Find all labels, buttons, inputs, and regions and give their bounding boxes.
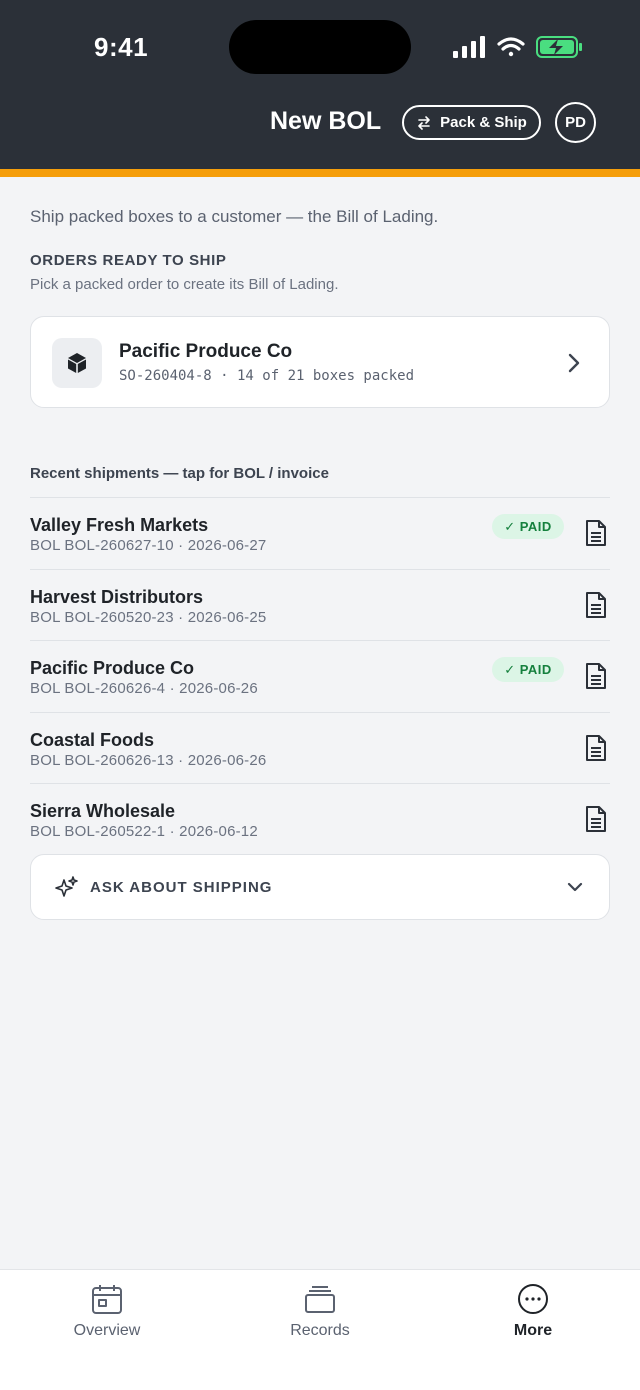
signal-icon [453, 36, 485, 58]
chevron-down-icon [567, 882, 583, 892]
intro-text: Ship packed boxes to a customer — the Bi… [30, 207, 439, 226]
paid-badge: ✓ PAID [492, 514, 564, 539]
shipment-name: Valley Fresh Markets [30, 515, 209, 535]
paid-badge-label: PAID [519, 519, 552, 534]
status-icons [453, 36, 582, 58]
chevron-right-icon [568, 353, 580, 373]
battery-icon [536, 36, 582, 58]
shipment-meta: BOL BOL-260626-4 · 2026-06-26 [30, 680, 258, 697]
box-icon [68, 353, 86, 373]
ask-label: ASK ABOUT SHIPPING [90, 879, 273, 896]
shipment-row[interactable]: Sierra Wholesale BOL BOL-260522-1 · 2026… [30, 783, 610, 855]
ask-about-shipping[interactable]: ASK ABOUT SHIPPING [30, 854, 610, 920]
shipment-row[interactable]: Harvest Distributors BOL BOL-260520-23 ·… [30, 568, 610, 641]
paid-badge-label: PAID [519, 662, 552, 677]
shipment-name: Sierra Wholesale [30, 801, 176, 821]
order-icon-box [52, 338, 102, 388]
tab-bar: Overview Records More [0, 1269, 640, 1390]
order-name: Pacific Produce Co [119, 341, 293, 362]
header-accent-bar [0, 169, 640, 177]
document-icon[interactable] [585, 591, 607, 619]
sparkle-icon [55, 876, 78, 897]
document-icon[interactable] [585, 805, 607, 833]
dynamic-island [229, 20, 411, 74]
shipment-list: Valley Fresh Markets BOL BOL-260627-10 ·… [30, 497, 610, 855]
paid-badge: ✓ PAID [492, 657, 564, 682]
stack-icon [305, 1286, 335, 1313]
tab-more[interactable]: More [463, 1282, 603, 1340]
order-meta: SO-260404-8 · 14 of 21 boxes packed [119, 368, 415, 384]
tab-overview[interactable]: Overview [37, 1282, 177, 1340]
shipment-name: Coastal Foods [30, 729, 155, 750]
document-icon[interactable] [585, 519, 607, 547]
status-time: 9:41 [94, 32, 149, 62]
shipment-meta: BOL BOL-260522-1 · 2026-06-12 [30, 823, 258, 840]
calendar-icon [92, 1285, 122, 1314]
tab-records-label: Records [290, 1322, 350, 1339]
pack-ship-button[interactable]: Pack & Ship [402, 105, 541, 140]
tab-overview-label: Overview [73, 1322, 141, 1339]
document-icon[interactable] [585, 734, 607, 762]
shipment-row[interactable]: Valley Fresh Markets BOL BOL-260627-10 ·… [30, 497, 610, 569]
shipment-row[interactable]: Coastal Foods BOL BOL-260626-13 · 2026-0… [30, 711, 610, 784]
shipment-meta: BOL BOL-260626-13 · 2026-06-26 [30, 751, 267, 769]
shipment-name: Pacific Produce Co [30, 658, 195, 678]
shipment-name: Harvest Distributors [30, 586, 204, 607]
swap-icon [418, 115, 430, 130]
orders-subheading: Pick a packed order to create its Bill o… [30, 276, 339, 293]
shipment-meta: BOL BOL-260520-23 · 2026-06-25 [30, 608, 267, 626]
more-icon [518, 1284, 548, 1314]
tab-records[interactable]: Records [250, 1282, 390, 1340]
avatar[interactable]: PD [555, 102, 596, 143]
document-icon[interactable] [585, 662, 607, 690]
orders-heading: ORDERS READY TO SHIP [30, 252, 227, 269]
page-title: New BOL [270, 107, 382, 135]
app-header: 9:41 New BOL Pack & Ship PD [0, 0, 640, 177]
order-card[interactable]: Pacific Produce Co SO-260404-8 · 14 of 2… [30, 316, 610, 408]
recent-shipments-heading: Recent shipments — tap for BOL / invoice [30, 465, 329, 482]
shipment-meta: BOL BOL-260627-10 · 2026-06-27 [30, 537, 267, 554]
tab-more-label: More [513, 1322, 553, 1339]
pack-ship-label: Pack & Ship [440, 114, 527, 131]
shipment-row[interactable]: Pacific Produce Co BOL BOL-260626-4 · 20… [30, 640, 610, 712]
wifi-icon [497, 37, 525, 57]
